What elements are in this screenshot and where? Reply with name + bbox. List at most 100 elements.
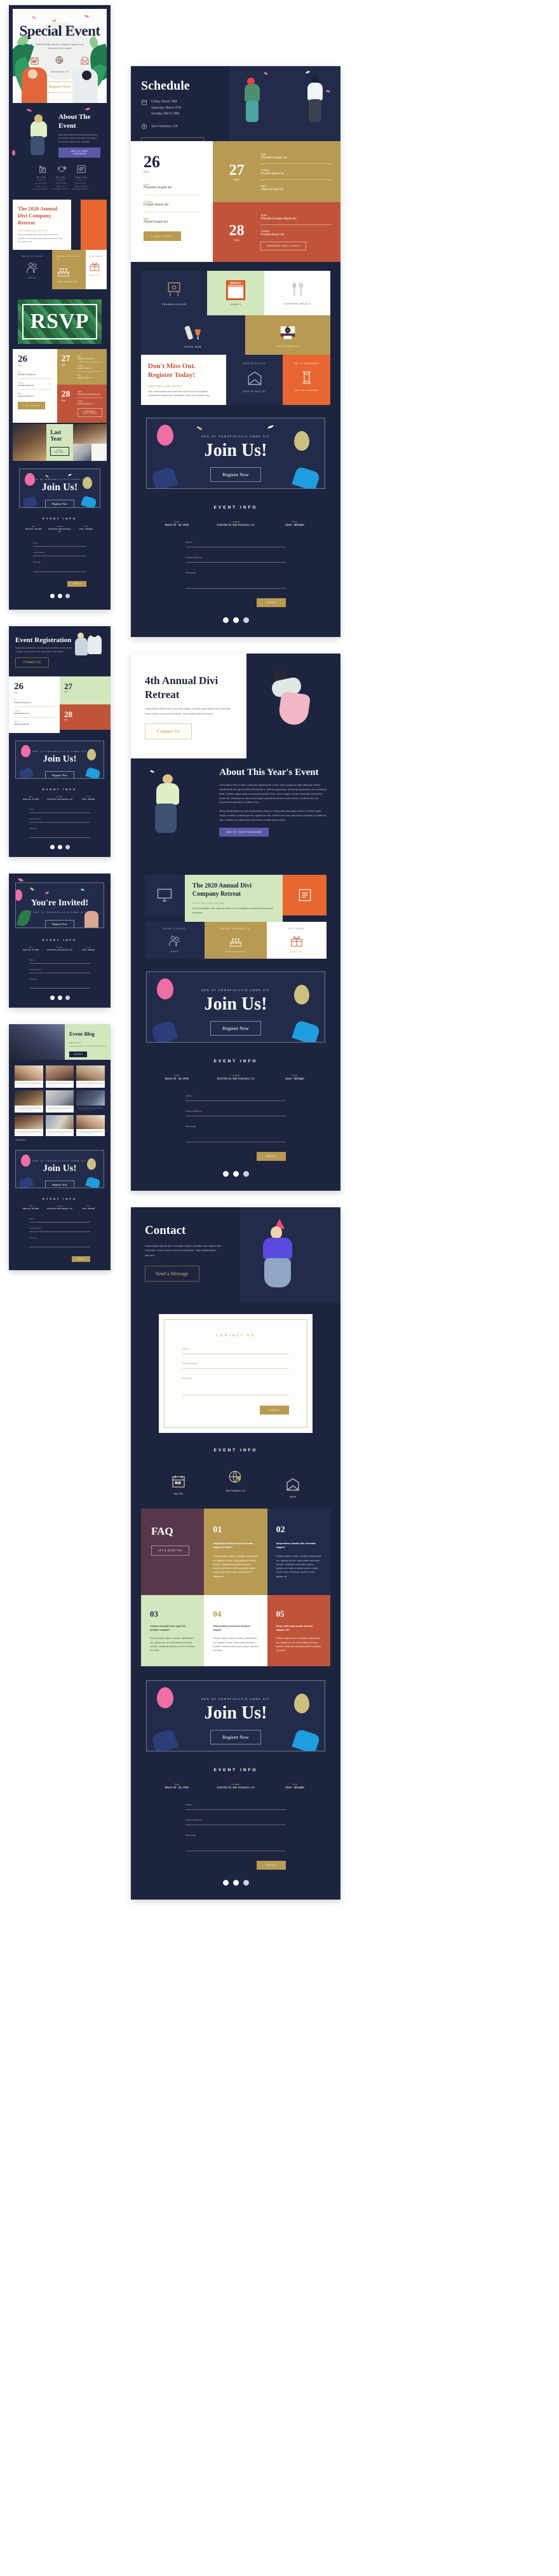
older-entries-link[interactable]: « Older Entries	[15, 1136, 105, 1141]
register-now-button[interactable]: Register Now	[210, 1729, 261, 1744]
message-field[interactable]: Message	[182, 1377, 289, 1395]
facebook-icon[interactable]	[50, 594, 55, 599]
facebook-icon[interactable]	[50, 996, 55, 1001]
register-now-button[interactable]: Register Now	[210, 467, 261, 483]
add-to-calendar-button[interactable]: ADD TO YOUR CALENDAR	[219, 827, 269, 837]
submit-button[interactable]: SUBMIT	[67, 581, 86, 587]
retreat-card-registry[interactable]: WE'RE TURNING 12! VIEW REGISTRY	[205, 921, 267, 959]
blog-post-card[interactable]	[45, 1090, 74, 1113]
join-us-banner[interactable]: SED UT PERSPICIATIS UNDE SIT Join Us! Re…	[15, 1149, 104, 1188]
full-gallery-button[interactable]: FULL GALLERY	[50, 447, 69, 456]
register-now-button[interactable]: Register Now	[44, 500, 75, 508]
hero-icon-item[interactable]: San Francisco, CA	[51, 55, 69, 73]
card-link[interactable]: ADD TO CALENDAR	[295, 389, 318, 392]
twitter-icon[interactable]	[57, 594, 62, 599]
social-links[interactable]	[150, 1161, 321, 1177]
event-info-icon-item[interactable]: RSVP	[264, 1463, 321, 1498]
gallery-photo[interactable]	[72, 443, 91, 462]
email-field[interactable]: Email Address	[185, 1109, 286, 1116]
card-link[interactable]: SEE LIST	[290, 950, 302, 953]
contact-us-button[interactable]: Contact Us	[15, 657, 49, 668]
page-mockup-schedule[interactable]: Schedule Friday, March 26th Saturday, Ma…	[131, 66, 340, 638]
facebook-icon[interactable]	[50, 845, 55, 850]
one-day-ticket-button[interactable]: 1 DAY TICKET	[144, 231, 181, 241]
activity-tile-games[interactable]: BINGO GAMES	[207, 271, 264, 315]
retreat-card-gifts[interactable]: GIFT IDEAS SEE LIST	[86, 250, 107, 290]
promo-card-reminder[interactable]: SET A REMINDER ADD TO CALENDAR	[283, 355, 330, 406]
name-field[interactable]: Name	[185, 540, 286, 548]
card-link[interactable]: RSVP BY MAY 1ST	[243, 390, 266, 393]
retreat-card-guest[interactable]: BRING A GUEST RSVP	[13, 250, 53, 290]
email-field[interactable]: Email Address	[29, 968, 90, 974]
name-field[interactable]: Name	[33, 542, 86, 547]
page-mockup-invite[interactable]: You're Invited! SED UT PERSPICIATIS UNDE…	[9, 874, 111, 1008]
message-field[interactable]: Message	[29, 978, 90, 989]
blog-post-card[interactable]	[76, 1090, 105, 1113]
register-now-button[interactable]: Register Now	[45, 919, 74, 928]
message-field[interactable]: Message	[29, 827, 90, 839]
event-info-icon-item[interactable]: Mar 27th	[150, 1466, 207, 1495]
send-message-button[interactable]: Send a Message	[145, 1266, 199, 1282]
social-links[interactable]	[150, 1870, 321, 1886]
instagram-icon[interactable]	[243, 1879, 249, 1886]
twitter-icon[interactable]	[232, 1879, 239, 1886]
twitter-icon[interactable]	[57, 845, 62, 850]
twitter-icon[interactable]	[57, 996, 62, 1001]
submit-button[interactable]: SUBMIT	[257, 1151, 286, 1161]
name-field[interactable]: Name	[185, 1094, 286, 1101]
add-to-calendar-button[interactable]: ADD TO YOUR CALENDAR	[58, 147, 100, 158]
email-field[interactable]: Email Address	[185, 1818, 286, 1825]
instagram-icon[interactable]	[65, 845, 70, 850]
email-field[interactable]: Email Address	[182, 1362, 289, 1369]
promo-card-registration[interactable]: REGISTRATION RSVP BY MAY 1ST	[226, 355, 283, 406]
page-mockup-registration[interactable]: Event Registration Suspendisse blandit n…	[9, 626, 111, 858]
social-links[interactable]	[22, 587, 98, 599]
message-field[interactable]: Message	[29, 1237, 90, 1247]
card-link[interactable]: SEE LIST	[89, 274, 104, 277]
twitter-icon[interactable]	[232, 617, 239, 624]
one-day-ticket-button[interactable]: 1 DAY TICKET	[18, 402, 46, 410]
name-field[interactable]: Name	[185, 1803, 286, 1810]
card-link[interactable]: VIEW REGISTRY	[225, 950, 246, 953]
activity-tile-openbar[interactable]: OPEN BAR	[141, 315, 245, 355]
blog-post-card[interactable]	[15, 1065, 43, 1088]
email-field[interactable]: Email Address	[185, 556, 286, 563]
instagram-icon[interactable]	[243, 617, 249, 624]
page-mockup-blog[interactable]: Event Blog Search the blog SEARCH « Olde…	[9, 1024, 111, 1270]
message-field[interactable]: Message	[185, 1833, 286, 1851]
facebook-icon[interactable]	[222, 1170, 229, 1177]
join-us-banner[interactable]: SED UT PERSPICIATIS UNDE SIT Join Us! Re…	[146, 418, 325, 490]
name-field[interactable]: Name	[29, 1217, 90, 1223]
page-mockup-landing[interactable]: Special Event Phasellus feugiat aliquet …	[9, 5, 111, 610]
blog-post-card[interactable]	[76, 1065, 105, 1088]
retreat-card-gifts[interactable]: GIFT IDEAS SEE LIST	[266, 921, 327, 959]
join-us-banner[interactable]: SED UT PERSPICIATIS UNDE SIT Join Us! Re…	[146, 971, 325, 1043]
social-links[interactable]	[18, 838, 102, 850]
message-field[interactable]: Message	[185, 1125, 286, 1142]
blog-post-card[interactable]	[15, 1090, 43, 1113]
instagram-icon[interactable]	[243, 1170, 249, 1177]
page-mockup-about[interactable]: 4th Annual Divi Retreat Suspendisse blan…	[131, 654, 340, 1191]
instagram-icon[interactable]	[65, 996, 70, 1001]
facebook-icon[interactable]	[222, 617, 229, 624]
blog-post-card[interactable]	[45, 1114, 74, 1136]
join-us-banner[interactable]: SED UT PERSPICIATIS UNDE SIT Join Us! Re…	[146, 1680, 325, 1751]
blog-post-card[interactable]	[45, 1065, 74, 1088]
submit-button[interactable]: SUBMIT	[257, 1860, 286, 1870]
search-button[interactable]: SEARCH	[69, 1052, 88, 1058]
retreat-card-registry[interactable]: WE'RE TURNING 12! VIEW REGISTRY	[52, 250, 86, 290]
email-field[interactable]: Email Address	[33, 551, 86, 557]
retreat-card-guest[interactable]: BRING A GUEST RSVP	[145, 921, 205, 959]
ask-question-button[interactable]: ASK A QUESTION	[151, 1545, 189, 1556]
weekend-ticket-button[interactable]: WEEKEND ONLY TICKET	[260, 242, 307, 250]
email-field[interactable]: Email Address	[29, 1227, 90, 1232]
invite-card[interactable]: You're Invited! SED UT PERSPICIATIS UNDE…	[15, 882, 104, 929]
weekend-ticket-button[interactable]: WEEKEND ONLY TICKET	[77, 408, 102, 418]
submit-button[interactable]: SUBMIT	[260, 1405, 289, 1415]
social-links[interactable]	[150, 607, 321, 624]
register-now-button[interactable]: Register Now	[45, 771, 74, 779]
join-us-banner[interactable]: SED UT PERSPICIATIS UNDE SIT Join Us! Re…	[19, 469, 100, 509]
gallery-photo[interactable]	[72, 424, 107, 444]
gallery-photo[interactable]	[13, 424, 47, 462]
submit-button[interactable]: SUBMIT	[257, 598, 286, 608]
